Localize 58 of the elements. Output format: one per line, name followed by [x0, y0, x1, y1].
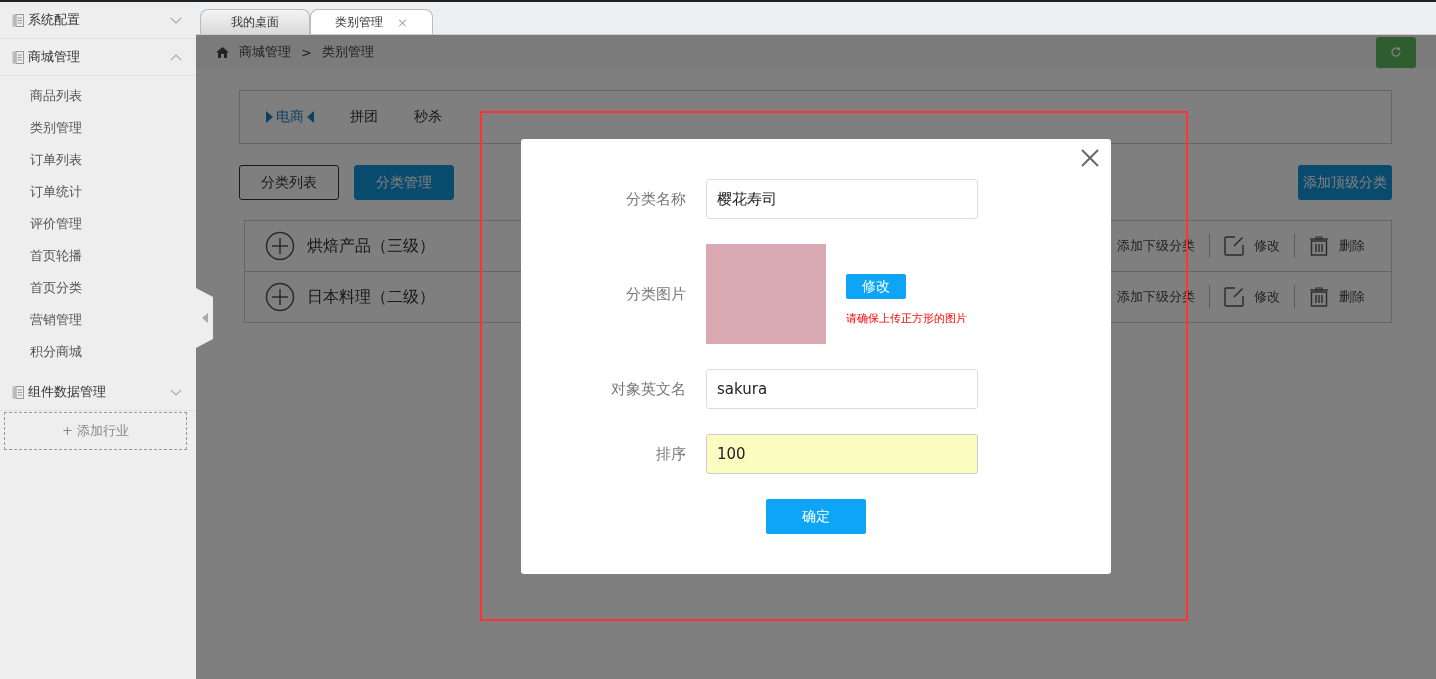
- triangle-right-icon: [266, 111, 273, 123]
- category-name: 烘焙产品（三级）: [307, 235, 435, 257]
- sidebar-item[interactable]: 类别管理: [0, 112, 196, 144]
- edit-link[interactable]: 修改: [1254, 237, 1280, 255]
- add-top-category-button[interactable]: 添加顶级分类: [1298, 165, 1392, 200]
- document-icon: [12, 385, 24, 399]
- refresh-icon: [1390, 46, 1402, 58]
- change-image-button[interactable]: 修改: [846, 274, 906, 299]
- expand-plus-icon[interactable]: [265, 282, 295, 312]
- page-tab[interactable]: 类别管理 ×: [310, 9, 433, 34]
- sidebar-item[interactable]: 评价管理: [0, 208, 196, 240]
- document-icon: [12, 50, 24, 64]
- field-label: 排序: [655, 444, 686, 464]
- chevron-down-icon: [170, 388, 182, 396]
- industry-tab[interactable]: 拼团: [350, 108, 378, 126]
- close-icon[interactable]: ×: [397, 14, 408, 30]
- group-label: 组件数据管理: [28, 383, 107, 401]
- text-input[interactable]: sakura: [706, 369, 978, 409]
- category-name: 日本料理（二级）: [307, 286, 435, 308]
- page-tab[interactable]: 我的桌面: [200, 9, 310, 34]
- sidebar-item[interactable]: 营销管理: [0, 304, 196, 336]
- trash-icon[interactable]: [1309, 287, 1329, 307]
- industry-tab[interactable]: 电商: [266, 108, 314, 126]
- add-industry-button[interactable]: + 添加行业: [4, 412, 187, 450]
- industry-tab[interactable]: 秒杀: [414, 108, 442, 126]
- trash-icon[interactable]: [1309, 236, 1329, 256]
- home-icon: [216, 46, 229, 58]
- edit-icon[interactable]: [1224, 287, 1244, 307]
- edit-link[interactable]: 修改: [1254, 288, 1280, 306]
- image-hint: 请确保上传正方形的图片: [846, 311, 967, 326]
- edit-icon[interactable]: [1224, 236, 1244, 256]
- chevron-up-icon: [170, 53, 182, 61]
- breadcrumb-link[interactable]: 商城管理: [239, 43, 291, 61]
- breadcrumb-link[interactable]: 类别管理: [321, 43, 374, 61]
- sidebar-item[interactable]: 商品列表: [0, 80, 196, 112]
- field-label: 对象英文名: [610, 379, 686, 399]
- breadcrumb-separator: >: [301, 44, 312, 60]
- sidebar-item[interactable]: 积分商城: [0, 336, 196, 368]
- field-label: 分类名称: [625, 189, 686, 209]
- text-input[interactable]: 樱花寿司: [706, 179, 978, 219]
- close-icon[interactable]: [1081, 149, 1099, 167]
- field-label: 分类图片: [625, 284, 686, 304]
- text-input[interactable]: 100: [706, 434, 978, 474]
- delete-link[interactable]: 删除: [1339, 237, 1365, 255]
- sidebar-item[interactable]: 订单统计: [0, 176, 196, 208]
- sidebar-item[interactable]: 首页分类: [0, 272, 196, 304]
- delete-link[interactable]: 删除: [1339, 288, 1365, 306]
- sidebar-item[interactable]: 订单列表: [0, 144, 196, 176]
- view-button[interactable]: 分类列表: [239, 165, 339, 200]
- group-label: 系统配置: [28, 11, 81, 29]
- document-icon: [12, 13, 24, 27]
- chevron-down-icon: [170, 16, 182, 24]
- triangle-left-icon: [307, 111, 314, 123]
- sidebar-item[interactable]: 首页轮播: [0, 240, 196, 272]
- group-label: 商城管理: [28, 48, 81, 66]
- confirm-button[interactable]: 确定: [766, 499, 866, 534]
- view-button[interactable]: 分类管理: [354, 165, 454, 200]
- expand-plus-icon[interactable]: [265, 231, 295, 261]
